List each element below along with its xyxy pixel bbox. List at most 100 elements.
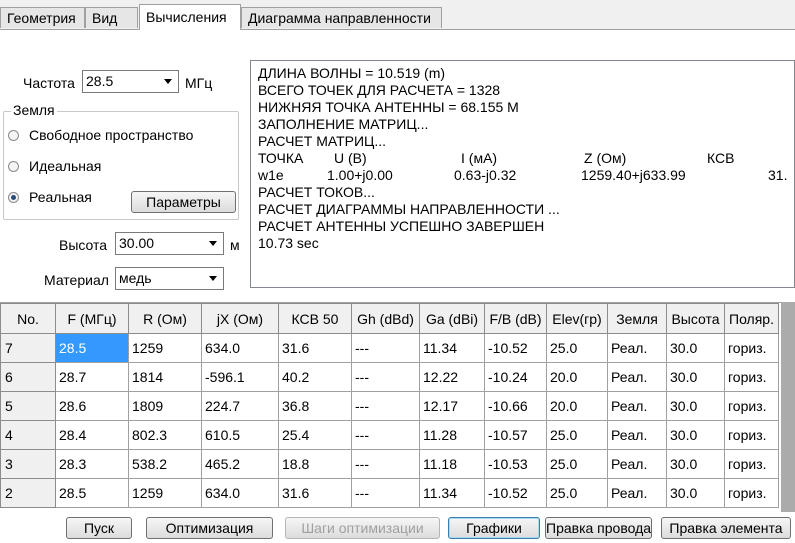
grid-cell-ga[interactable]: 11.18 (419, 449, 485, 479)
table-row[interactable]: 6 28.7 1814 -596.1 40.2 --- 12.22 -10.24 20.0 Реа… (0, 362, 779, 392)
grid-header-jx[interactable]: jX (Ом) (201, 303, 279, 334)
table-row[interactable]: 2 28.5 1259 634.0 31.6 --- 11.34 -10.52 25.0 Реал… (0, 478, 779, 508)
grid-cell-jx[interactable]: -596.1 (201, 362, 279, 392)
grid-cell-gh[interactable]: --- (351, 333, 420, 363)
grid-cell-height[interactable]: 30.0 (666, 362, 725, 392)
grid-cell-no[interactable]: 2 (0, 478, 56, 508)
grid-cell-no[interactable]: 5 (0, 391, 56, 421)
grid-cell-r[interactable]: 1809 (128, 391, 202, 421)
height-combo[interactable]: 30.00 (115, 232, 224, 255)
chevron-down-icon[interactable] (164, 79, 172, 84)
tab-view[interactable]: Вид (85, 7, 138, 28)
grid-cell-height[interactable]: 30.0 (666, 449, 725, 479)
table-row[interactable]: 5 28.6 1809 224.7 36.8 --- 12.17 -10.66 20.0 Реал… (0, 391, 779, 421)
grid-cell-gh[interactable]: --- (351, 391, 420, 421)
grid-cell-r[interactable]: 1814 (128, 362, 202, 392)
grid-header-ga[interactable]: Ga (dBi) (419, 303, 485, 334)
grid-cell-freq[interactable]: 28.5 (55, 333, 129, 363)
edit-wire-button[interactable]: Правка провода (545, 517, 652, 539)
edit-element-button[interactable]: Правка элемента (661, 517, 791, 539)
grid-header-ground[interactable]: Земля (607, 303, 667, 334)
optimize-button[interactable]: Оптимизация (146, 517, 273, 539)
grid-cell-height[interactable]: 30.0 (666, 478, 725, 508)
grid-cell-no[interactable]: 3 (0, 449, 56, 479)
grid-cell-swr50[interactable]: 25.4 (278, 420, 352, 450)
grid-cell-ground[interactable]: Реал. (607, 449, 667, 479)
grid-cell-freq[interactable]: 28.4 (55, 420, 129, 450)
grid-cell-polar[interactable]: гориз. (724, 391, 779, 421)
grid-cell-elev[interactable]: 20.0 (546, 391, 608, 421)
grid-cell-polar[interactable]: гориз. (724, 449, 779, 479)
chevron-down-icon[interactable] (209, 276, 217, 281)
grid-cell-freq[interactable]: 28.5 (55, 478, 129, 508)
table-row[interactable]: 4 28.4 802.3 610.5 25.4 --- 11.28 -10.57 25.0 Реа… (0, 420, 779, 450)
grid-cell-swr50[interactable]: 31.6 (278, 333, 352, 363)
grid-cell-gh[interactable]: --- (351, 420, 420, 450)
grid-cell-jx[interactable]: 634.0 (201, 333, 279, 363)
grid-cell-elev[interactable]: 25.0 (546, 420, 608, 450)
grid-cell-jx[interactable]: 610.5 (201, 420, 279, 450)
frequency-combo[interactable]: 28.5 (82, 70, 179, 93)
grid-cell-height[interactable]: 30.0 (666, 391, 725, 421)
grid-cell-fb[interactable]: -10.52 (484, 478, 547, 508)
material-combo[interactable]: медь (115, 267, 224, 290)
calculation-output[interactable]: ДЛИНА ВОЛНЫ = 10.519 (m) ВСЕГО ТОЧЕК ДЛЯ… (250, 60, 795, 288)
grid-cell-freq[interactable]: 28.3 (55, 449, 129, 479)
chevron-down-icon[interactable] (209, 241, 217, 246)
grid-cell-polar[interactable]: гориз. (724, 333, 779, 363)
grid-cell-fb[interactable]: -10.66 (484, 391, 547, 421)
grid-cell-ga[interactable]: 12.17 (419, 391, 485, 421)
grid-cell-elev[interactable]: 25.0 (546, 478, 608, 508)
tab-geometry[interactable]: Геометрия (0, 7, 85, 28)
optimization-steps-button[interactable]: Шаги оптимизации (285, 517, 440, 539)
tab-calculations[interactable]: Вычисления (139, 4, 241, 30)
grid-cell-jx[interactable]: 634.0 (201, 478, 279, 508)
grid-cell-height[interactable]: 30.0 (666, 333, 725, 363)
grid-cell-ground[interactable]: Реал. (607, 362, 667, 392)
grid-cell-ga[interactable]: 11.34 (419, 333, 485, 363)
grid-cell-fb[interactable]: -10.24 (484, 362, 547, 392)
grid-header-fb[interactable]: F/B (dB) (484, 303, 547, 334)
grid-cell-r[interactable]: 1259 (128, 478, 202, 508)
grid-header-r[interactable]: R (Ом) (128, 303, 202, 334)
grid-cell-r[interactable]: 1259 (128, 333, 202, 363)
graphs-button[interactable]: Графики (448, 517, 540, 539)
grid-cell-polar[interactable]: гориз. (724, 420, 779, 450)
grid-cell-swr50[interactable]: 31.6 (278, 478, 352, 508)
grid-cell-gh[interactable]: --- (351, 478, 420, 508)
radio-button-icon[interactable] (8, 161, 19, 172)
grid-cell-ground[interactable]: Реал. (607, 420, 667, 450)
grid-cell-gh[interactable]: --- (351, 449, 420, 479)
ground-params-button[interactable]: Параметры (131, 191, 236, 213)
table-row[interactable]: 7 28.5 1259 634.0 31.6 --- 11.34 -10.52 25.0 Реал… (0, 333, 779, 363)
grid-cell-ground[interactable]: Реал. (607, 333, 667, 363)
grid-cell-swr50[interactable]: 36.8 (278, 391, 352, 421)
grid-cell-polar[interactable]: гориз. (724, 362, 779, 392)
grid-header-freq[interactable]: F (МГц) (55, 303, 129, 334)
radio-button-checked-icon[interactable] (8, 192, 19, 203)
grid-cell-freq[interactable]: 28.7 (55, 362, 129, 392)
grid-cell-elev[interactable]: 25.0 (546, 449, 608, 479)
grid-cell-height[interactable]: 30.0 (666, 420, 725, 450)
grid-cell-gh[interactable]: --- (351, 362, 420, 392)
grid-header-elev[interactable]: Elev(гр) (546, 303, 608, 334)
grid-cell-freq[interactable]: 28.6 (55, 391, 129, 421)
table-row[interactable]: 3 28.3 538.2 465.2 18.8 --- 11.18 -10.53 25.0 Реа… (0, 449, 779, 479)
grid-header-gh[interactable]: Gh (dBd) (351, 303, 420, 334)
grid-cell-ground[interactable]: Реал. (607, 478, 667, 508)
results-grid[interactable]: No. F (МГц) R (Ом) jX (Ом) КСВ 50 Gh (dB… (0, 302, 795, 512)
grid-cell-swr50[interactable]: 18.8 (278, 449, 352, 479)
grid-cell-no[interactable]: 6 (0, 362, 56, 392)
start-button[interactable]: Пуск (66, 517, 132, 539)
grid-cell-ground[interactable]: Реал. (607, 391, 667, 421)
grid-cell-fb[interactable]: -10.57 (484, 420, 547, 450)
grid-cell-no[interactable]: 4 (0, 420, 56, 450)
grid-cell-no[interactable]: 7 (0, 333, 56, 363)
grid-cell-r[interactable]: 802.3 (128, 420, 202, 450)
tab-radiation-pattern[interactable]: Диаграмма направленности (241, 7, 442, 28)
grid-cell-swr50[interactable]: 40.2 (278, 362, 352, 392)
radio-button-icon[interactable] (8, 130, 19, 141)
grid-cell-polar[interactable]: гориз. (724, 478, 779, 508)
grid-header-swr50[interactable]: КСВ 50 (278, 303, 352, 334)
grid-cell-elev[interactable]: 20.0 (546, 362, 608, 392)
